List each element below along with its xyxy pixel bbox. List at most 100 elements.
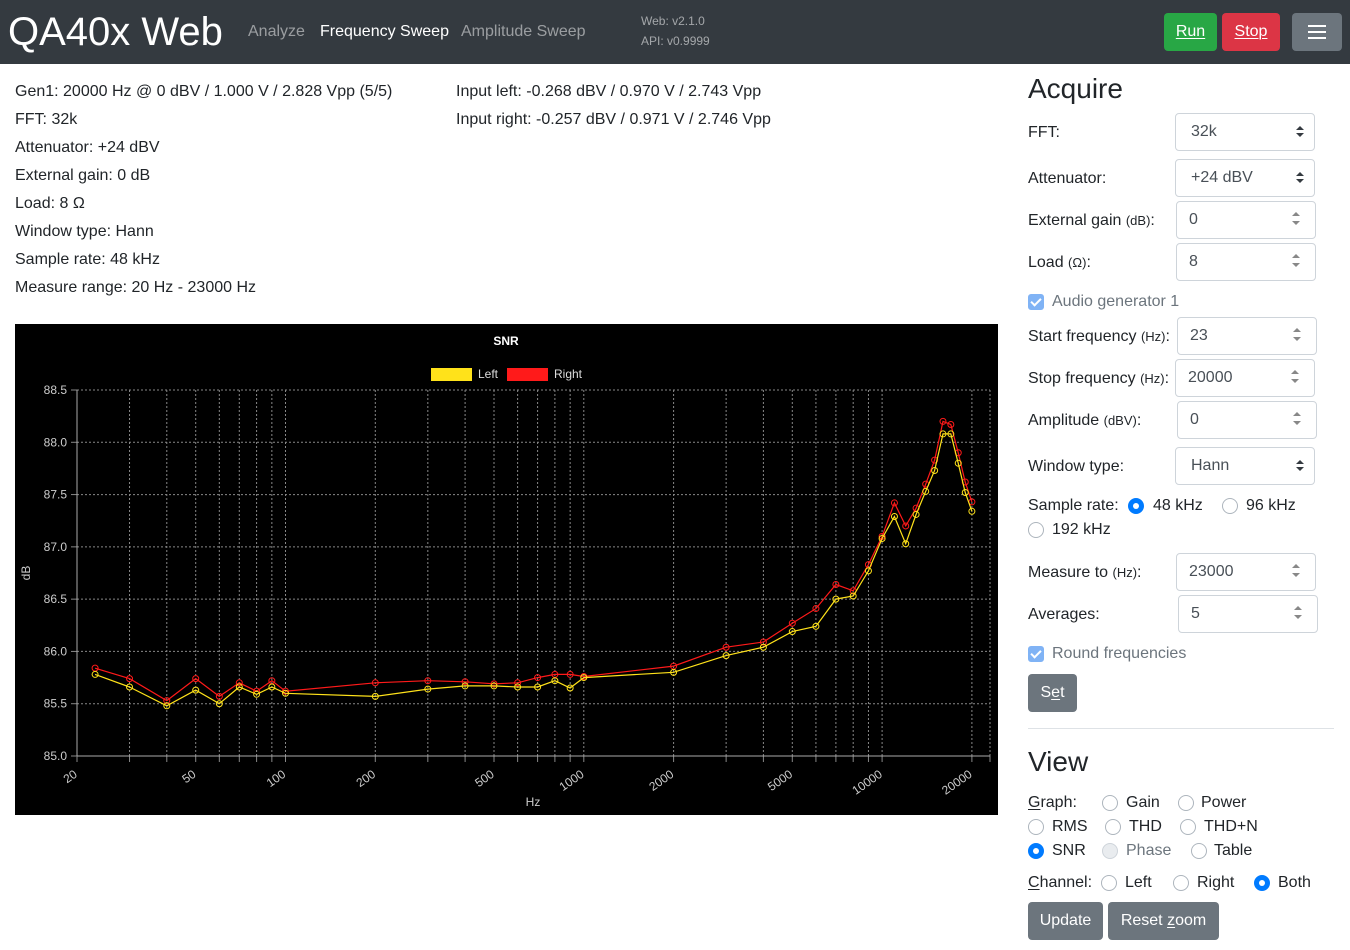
info-input-left: Input left: -0.268 dBV / 0.970 V / 2.743…	[456, 83, 762, 100]
info-fft: FFT: 32k	[15, 111, 78, 128]
graph-gain-radio[interactable]	[1102, 795, 1118, 811]
y-tick-label: 86.5	[44, 592, 68, 606]
chart-title: SNR	[493, 334, 519, 348]
info-sample-rate: Sample rate: 48 kHz	[15, 251, 160, 268]
info-input-right: Input right: -0.257 dBV / 0.971 V / 2.74…	[456, 111, 771, 128]
spinner-icon[interactable]	[1293, 605, 1305, 623]
chart-canvas[interactable]: 88.5 88.0 87.5 87.0 86.5 86.0 85.5 85.0 20 50 100 2…	[15, 324, 998, 815]
set-button-accesskey: e	[1051, 684, 1061, 701]
measure-to-input[interactable]: 23000	[1176, 553, 1316, 591]
graph-thd-radio[interactable]	[1105, 819, 1121, 835]
graph-label-accesskey: G	[1028, 794, 1041, 811]
nav-amplitude-sweep[interactable]: Amplitude Sweep	[461, 22, 586, 42]
start-frequency-unit: (Hz)	[1140, 329, 1166, 344]
stop-frequency-unit: (Hz)	[1140, 371, 1165, 386]
external-gain-input[interactable]: 0	[1176, 201, 1316, 239]
legend-swatch-left	[431, 368, 472, 381]
run-button[interactable]: Run	[1164, 13, 1217, 51]
info-load: Load: 8 Ω	[15, 195, 85, 212]
sample-rate-192-label: 192 kHz	[1052, 521, 1111, 538]
amplitude-input[interactable]: 0	[1177, 401, 1317, 439]
stop-frequency-value: 20000	[1188, 369, 1233, 386]
sample-rate-192-radio[interactable]	[1028, 522, 1044, 538]
window-type-select-value: Hann	[1191, 457, 1230, 474]
set-button[interactable]: Set	[1028, 674, 1077, 712]
info-measure-range: Measure range: 20 Hz - 23000 Hz	[15, 279, 257, 296]
y-tick-label: 87.0	[44, 540, 68, 554]
reset-zoom-accesskey: z	[1167, 912, 1176, 929]
legend-label-left: Left	[478, 367, 499, 381]
amplitude-label-text: Amplitude	[1028, 412, 1100, 429]
y-tick-label: 85.0	[44, 749, 68, 763]
stop-button[interactable]: Stop	[1222, 13, 1280, 51]
graph-phase-radio	[1102, 843, 1118, 859]
spinner-icon[interactable]	[1292, 411, 1304, 429]
graph-label: Graph:	[1028, 793, 1077, 813]
y-tick-label: 88.0	[44, 435, 68, 449]
spinner-icon[interactable]	[1292, 327, 1304, 345]
graph-power-radio[interactable]	[1178, 795, 1194, 811]
spinner-icon[interactable]	[1290, 369, 1302, 387]
load-input[interactable]: 8	[1176, 243, 1316, 281]
y-tick-label: 88.5	[44, 383, 68, 397]
select-caret-icon	[1296, 460, 1304, 472]
channel-both-radio[interactable]	[1254, 875, 1270, 891]
channel-left-radio[interactable]	[1101, 875, 1117, 891]
attenuator-select[interactable]: +24 dBV	[1175, 159, 1315, 197]
fft-select-value: 32k	[1191, 123, 1217, 140]
snr-chart[interactable]: 88.5 88.0 87.5 87.0 86.5 86.0 85.5 85.0 20 50 100 2…	[15, 324, 998, 815]
sample-rate-96-label: 96 kHz	[1246, 497, 1296, 514]
spinner-icon[interactable]	[1291, 211, 1303, 229]
update-button[interactable]: Update	[1028, 902, 1103, 940]
start-frequency-label-text: Start frequency	[1028, 328, 1137, 345]
start-frequency-label: Start frequency (Hz):	[1028, 328, 1170, 345]
round-frequencies-label: Round frequencies	[1052, 645, 1187, 662]
app-brand[interactable]: QA40x Web	[8, 8, 223, 56]
sample-rate-label: Sample rate:	[1028, 497, 1119, 514]
spinner-icon[interactable]	[1291, 563, 1303, 581]
reset-zoom-text: Reset	[1120, 912, 1168, 929]
averages-input[interactable]: 5	[1178, 595, 1318, 633]
reset-zoom-button[interactable]: Reset zoom	[1108, 902, 1219, 940]
nav-frequency-sweep[interactable]: Frequency Sweep	[320, 22, 449, 42]
measure-to-label-text: Measure to	[1028, 564, 1109, 581]
start-frequency-input[interactable]: 23	[1177, 317, 1317, 355]
audio-generator-checkbox[interactable]	[1028, 294, 1044, 310]
sample-rate-96-radio[interactable]	[1222, 498, 1238, 514]
external-gain-value: 0	[1189, 211, 1198, 228]
load-unit: (Ω)	[1068, 255, 1087, 270]
round-frequencies-checkbox[interactable]	[1028, 646, 1044, 662]
spinner-icon[interactable]	[1291, 253, 1303, 271]
stop-frequency-input[interactable]: 20000	[1175, 359, 1315, 397]
channel-both-label: Both	[1278, 874, 1311, 891]
sample-rate-48-radio[interactable]	[1128, 498, 1144, 514]
channel-right-radio[interactable]	[1173, 875, 1189, 891]
nav-analyze[interactable]: Analyze	[248, 22, 305, 42]
menu-button[interactable]	[1292, 13, 1342, 51]
amplitude-unit: (dBV)	[1103, 413, 1137, 428]
measure-to-value: 23000	[1189, 563, 1234, 580]
window-type-select[interactable]: Hann	[1175, 447, 1315, 485]
web-version: Web: v2.1.0	[641, 14, 705, 28]
graph-snr-radio[interactable]	[1028, 843, 1044, 859]
load-label-text: Load	[1028, 254, 1064, 271]
graph-table-radio[interactable]	[1191, 843, 1207, 859]
y-tick-label: 87.5	[44, 488, 68, 502]
measure-to-label: Measure to (Hz):	[1028, 564, 1142, 581]
series-line-right	[94, 420, 973, 702]
graph-thdn-radio[interactable]	[1180, 819, 1196, 835]
graph-thd-label: THD	[1129, 818, 1162, 835]
external-gain-unit: (dB)	[1125, 213, 1151, 228]
load-label: Load (Ω):	[1028, 254, 1091, 271]
top-navbar: QA40x Web Analyze Frequency Sweep Amplit…	[0, 0, 1350, 64]
x-tick-label: 20000	[939, 767, 975, 798]
x-tick-label: 500	[472, 767, 497, 790]
x-tick-label: 200	[354, 767, 379, 790]
y-tick-label: 86.0	[44, 644, 68, 658]
graph-rms-radio[interactable]	[1028, 819, 1044, 835]
x-tick-label: 10000	[849, 767, 885, 798]
graph-table-label: Table	[1214, 842, 1253, 859]
attenuator-label: Attenuator:	[1028, 170, 1107, 187]
fft-select[interactable]: 32k	[1175, 113, 1315, 151]
averages-label: Averages:	[1028, 606, 1100, 623]
